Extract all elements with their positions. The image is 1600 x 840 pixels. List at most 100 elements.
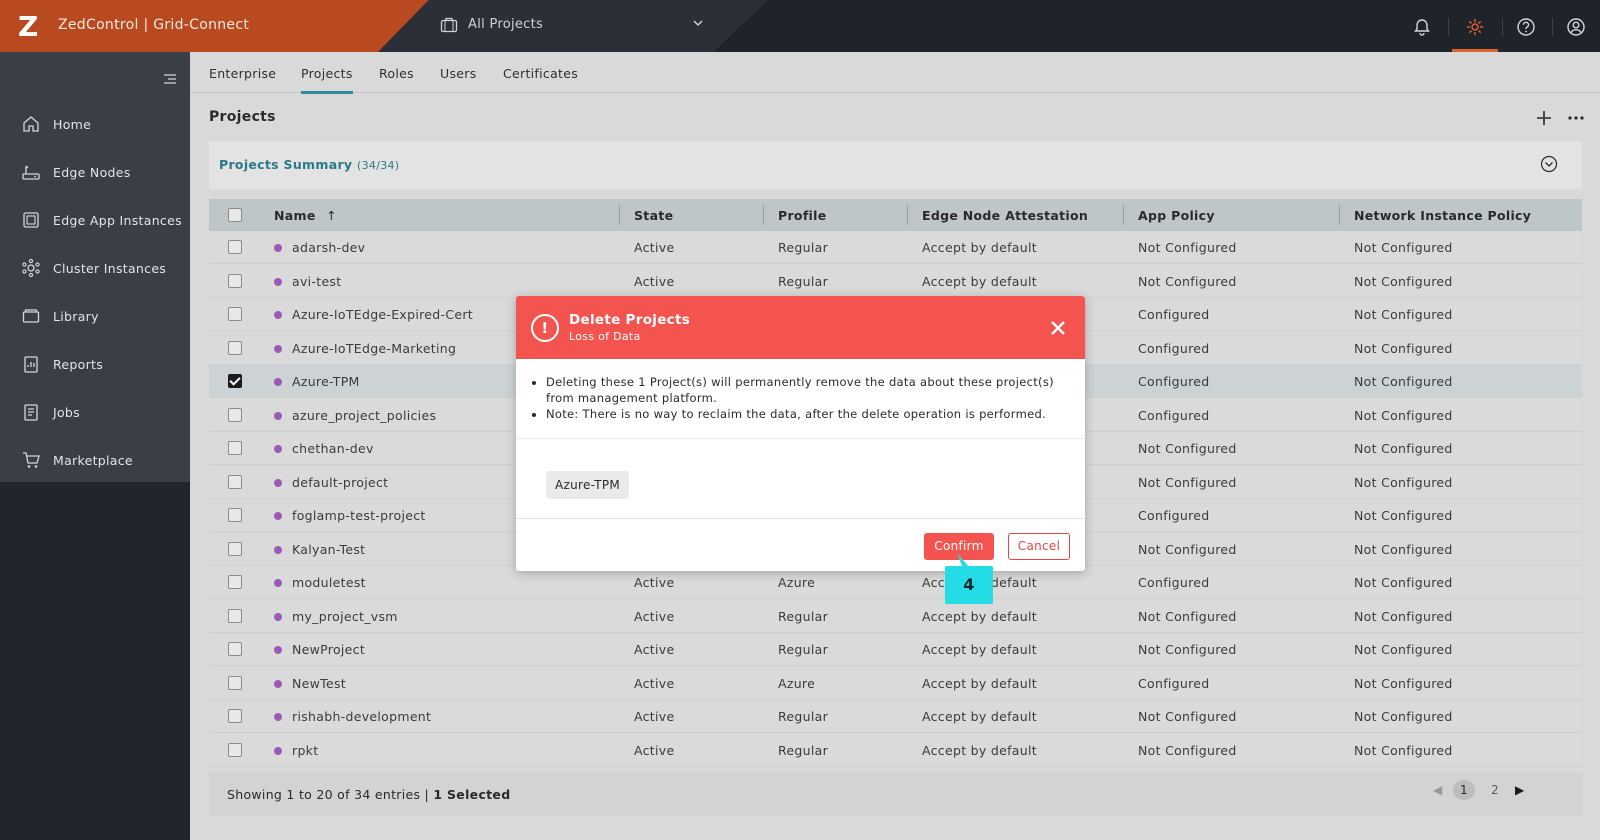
cell-app-policy: Not Configured [1138,441,1237,456]
home-icon [23,116,39,132]
sidebar-item-label: Edge Nodes [53,165,131,180]
help-icon[interactable] [1516,17,1536,37]
sidebar-item-reports[interactable]: Reports [0,344,190,384]
page-button-current[interactable]: 1 [1453,780,1475,800]
user-icon[interactable] [1566,17,1586,37]
add-icon[interactable] [1536,110,1552,126]
projects-summary-panel[interactable]: Projects Summary (34/34) [209,141,1582,189]
gear-icon[interactable] [1465,17,1485,37]
cell-name[interactable]: NewTest [292,676,346,691]
cell-name[interactable]: Azure-IoTEdge-Marketing [292,341,456,356]
cell-name[interactable]: foglamp-test-project [292,508,426,523]
column-header-attestation[interactable]: Edge Node Attestation [922,208,1088,223]
project-selector-label: All Projects [468,17,544,32]
cell-name[interactable]: chethan-dev [292,441,374,456]
tab-users[interactable]: Users [440,66,477,81]
row-checkbox[interactable] [228,474,242,489]
row-checkbox[interactable] [228,340,242,355]
row-checkbox[interactable] [228,240,242,254]
cell-name[interactable]: default-project [292,475,388,490]
column-header-state[interactable]: State [634,208,673,223]
tab-certificates[interactable]: Certificates [503,66,578,81]
project-selector[interactable]: All Projects [440,14,705,38]
cell-name[interactable]: my_project_vsm [292,609,398,624]
row-checkbox[interactable] [228,407,242,422]
project-color-dot [274,713,282,721]
cell-profile: Regular [778,273,829,289]
cell-profile: Regular [778,642,829,657]
tab-roles[interactable]: Roles [379,66,414,81]
row-checkbox[interactable] [228,541,242,556]
column-header-app-policy[interactable]: App Policy [1138,208,1215,223]
cell-state: Active [634,575,675,590]
select-all-checkbox[interactable] [228,208,242,222]
page-button[interactable]: 2 [1491,783,1499,797]
tab-projects[interactable]: Projects [301,66,353,94]
cell-profile: Azure [778,575,816,590]
top-bar: Z ZedControl | Grid-Connect All Projects [0,0,1600,52]
sidebar-item-edge-app-instances[interactable]: Edge App Instances [0,200,190,240]
table-row[interactable]: avi-test Active Regular Accept by default No… [209,264,1582,298]
app-logo[interactable]: Z [18,10,39,43]
collapse-menu-icon[interactable] [162,73,178,87]
cell-attestation: Accept by default [922,675,1037,691]
row-checkbox[interactable] [228,608,242,623]
column-header-name[interactable]: Name ↑ [274,208,337,223]
row-checkbox[interactable] [228,307,242,321]
row-checkbox[interactable] [228,441,242,455]
cell-state: Active [634,709,675,724]
sidebar-item-home[interactable]: Home [0,104,190,144]
column-header-network-policy[interactable]: Network Instance Policy [1354,208,1531,223]
table-row[interactable]: adarsh-dev Active Regular Accept by default… [209,231,1582,264]
sidebar-item-edge-nodes[interactable]: Edge Nodes [0,152,190,192]
tab-enterprise[interactable]: Enterprise [209,66,276,81]
previous-page-icon[interactable]: ◀ [1433,783,1443,797]
cell-name[interactable]: adarsh-dev [292,240,365,255]
cell-name[interactable]: rishabh-development [292,709,431,724]
cell-profile: Regular [778,709,829,724]
cell-name[interactable]: azure_project_policies [292,408,436,423]
row-checkbox[interactable] [228,642,242,656]
sidebar-item-library[interactable]: Library [0,296,190,336]
sidebar-item-jobs[interactable]: Jobs [0,392,190,432]
summary-title-text: Projects Summary [219,157,353,172]
cell-state: Active [634,742,675,758]
next-page-icon[interactable]: ▶ [1515,783,1525,797]
chevron-down-circle-icon[interactable] [1540,155,1558,173]
column-header-profile[interactable]: Profile [778,208,827,223]
cell-name[interactable]: Kalyan-Test [292,542,365,557]
cell-name[interactable]: Azure-IoTEdge-Expired-Cert [292,307,473,322]
sidebar-item-cluster-instances[interactable]: Cluster Instances [0,248,190,288]
table-row[interactable]: NewProject Active Regular Accept by default… [209,633,1582,666]
row-checkbox[interactable] [228,374,242,388]
more-options-icon[interactable] [1566,112,1586,124]
cell-name[interactable]: moduletest [292,575,366,590]
row-checkbox[interactable] [228,742,242,757]
row-checkbox[interactable] [228,273,242,288]
row-checkbox[interactable] [228,675,242,690]
reports-icon [24,356,38,373]
cell-name[interactable]: NewProject [292,642,365,657]
row-checkbox[interactable] [228,709,242,723]
cell-name[interactable]: Azure-TPM [292,374,360,389]
sidebar-item-marketplace[interactable]: Marketplace [0,440,190,480]
table-row[interactable]: rpkt Active Regular Accept by default Not Co… [209,733,1582,767]
table-row[interactable]: my_project_vsm Active Regular Accept by def… [209,599,1582,633]
page-title: Projects [209,109,276,125]
close-icon[interactable] [1050,320,1066,336]
table-row[interactable]: rishabh-development Active Regular Accept b… [209,700,1582,733]
row-checkbox[interactable] [228,575,242,589]
cell-state: Active [634,240,675,255]
app-title: ZedControl | Grid-Connect [58,17,250,33]
dialog-footer: Confirm Cancel [516,518,1085,571]
app-instance-icon [23,212,39,228]
bell-icon[interactable] [1412,17,1432,37]
toolbar-divider [1448,18,1449,36]
cell-net-policy: Not Configured [1354,474,1453,490]
cancel-button[interactable]: Cancel [1008,533,1070,560]
row-checkbox[interactable] [228,508,242,522]
cell-name[interactable]: rpkt [292,743,318,758]
sidebar: Home Edge Nodes Edge App Instances Clust… [0,52,190,482]
cell-name[interactable]: avi-test [292,274,341,289]
table-row[interactable]: NewTest Active Azure Accept by default Confi… [209,666,1582,700]
